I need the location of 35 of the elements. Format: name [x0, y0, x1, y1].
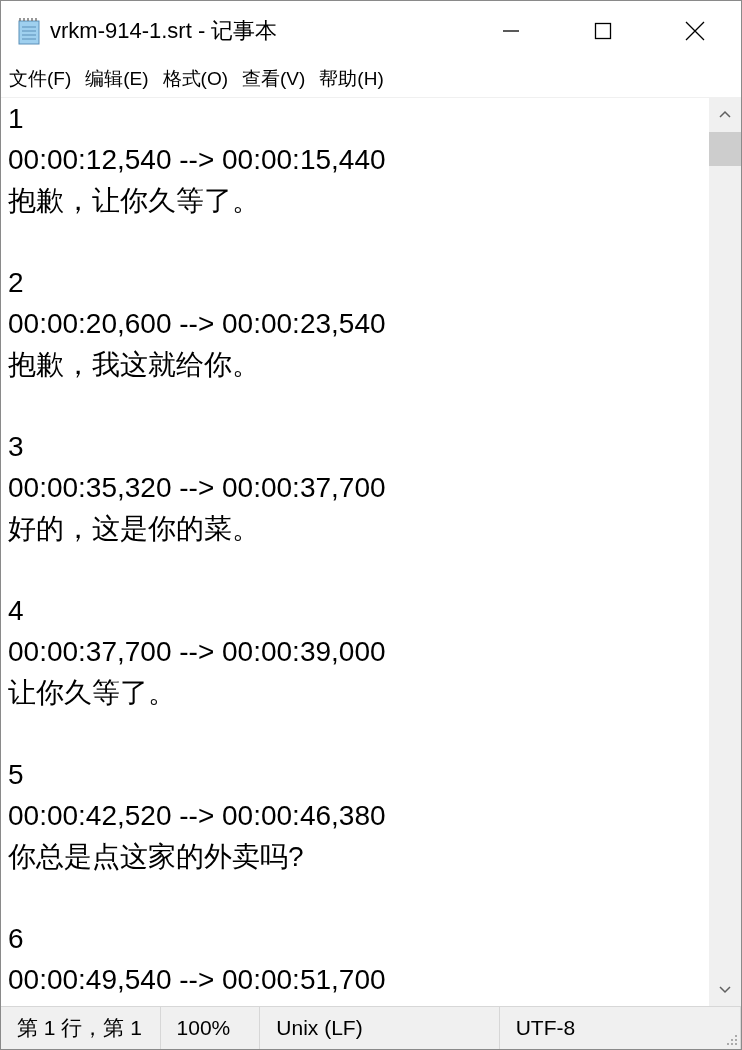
text-line: 抱歉，我这就给你。 [8, 349, 260, 380]
text-line: 4 [8, 595, 24, 626]
text-line: 5 [8, 759, 24, 790]
text-line: 让你久等了。 [8, 677, 176, 708]
vertical-scrollbar[interactable] [709, 98, 741, 1006]
menu-item[interactable]: 帮助(H) [319, 66, 384, 92]
text-line: 你总是点这家的外卖吗? [8, 841, 304, 872]
minimize-icon [503, 30, 519, 32]
text-line: 00:00:49,540 --> 00:00:51,700 [8, 964, 386, 995]
text-line: 00:00:37,700 --> 00:00:39,000 [8, 636, 386, 667]
notepad-icon [16, 17, 42, 45]
scroll-thumb[interactable] [709, 132, 741, 166]
scroll-down-icon[interactable] [718, 984, 732, 994]
text-line: 1 [8, 103, 24, 134]
text-line: 6 [8, 923, 24, 954]
menu-item[interactable]: 格式(O) [162, 66, 229, 92]
menu-item[interactable]: 编辑(E) [85, 66, 149, 92]
text-line: 00:00:20,600 --> 00:00:23,540 [8, 308, 386, 339]
menu-item[interactable]: 文件(F) [9, 66, 72, 92]
resize-grip-icon[interactable] [726, 1034, 738, 1046]
maximize-icon [594, 22, 612, 40]
text-line: 2 [8, 267, 24, 298]
status-text: 第 1 行，第 1 [1, 1007, 161, 1049]
text-line: 00:00:12,540 --> 00:00:15,440 [8, 144, 386, 175]
status-text: Unix (LF) [260, 1007, 500, 1049]
text-line: 3 [8, 431, 24, 462]
close-icon [685, 21, 705, 41]
menu-item[interactable]: 查看(V) [242, 66, 306, 92]
text-line: 00:00:35,320 --> 00:00:37,700 [8, 472, 386, 503]
text-line: 00:00:42,520 --> 00:00:46,380 [8, 800, 386, 831]
status-text: 100% [160, 1007, 261, 1049]
scroll-up-icon[interactable] [718, 110, 732, 120]
text-line: 好的，这是你的菜。 [8, 513, 260, 544]
text-line: 抱歉，让你久等了。 [8, 185, 260, 216]
window-title: vrkm-914-1.srt - 记事本 [50, 17, 278, 45]
